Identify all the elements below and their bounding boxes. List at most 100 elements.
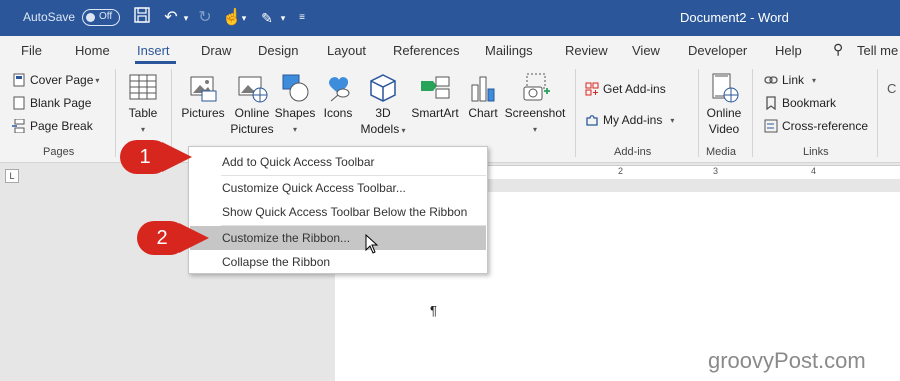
toggle-knob	[86, 13, 95, 22]
online-pictures-icon	[238, 76, 268, 103]
group-separator	[698, 69, 699, 157]
tab-draw[interactable]: Draw	[201, 43, 231, 58]
chevron-down-icon: ▾	[532, 125, 537, 134]
smartart-button[interactable]: SmartArt	[410, 71, 460, 121]
callout-pointer	[179, 223, 209, 253]
callout-pointer	[162, 142, 192, 172]
comment-icon[interactable]: C	[887, 81, 896, 96]
bookmark-icon	[766, 96, 776, 110]
save-icon[interactable]	[133, 7, 151, 29]
table-button[interactable]: Table ▾	[124, 71, 162, 135]
title-bar: AutoSave Off ↶ ▾ ↻ ☝ ▾ ✎ ▾ ≡ Document2 -…	[0, 0, 900, 36]
touch-dropdown-icon[interactable]: ▾	[239, 7, 249, 29]
add-to-qat-menu-item[interactable]: Add to Quick Access Toolbar	[190, 150, 486, 174]
pictures-label: Pictures	[181, 106, 225, 120]
undo-icon[interactable]: ↶	[162, 7, 180, 29]
screenshot-icon	[523, 73, 550, 101]
ruler-number: 3	[713, 166, 719, 176]
ribbon-tabs: File Home Insert Draw Design Layout Refe…	[0, 36, 900, 65]
customize-ribbon-menu-item[interactable]: Customize the Ribbon...	[190, 226, 486, 250]
group-separator	[877, 69, 878, 157]
customize-qat-menu-item[interactable]: Customize Quick Access Toolbar...	[190, 176, 486, 200]
online-pictures-button[interactable]: Online Pictures	[229, 71, 275, 137]
cover-page-label: Cover Page	[30, 73, 94, 87]
tab-references[interactable]: References	[393, 43, 459, 58]
chart-button[interactable]: Chart	[465, 71, 501, 121]
smartart-icon	[421, 76, 450, 99]
tab-developer[interactable]: Developer	[688, 43, 747, 58]
puzzle-icon	[586, 115, 598, 126]
link-button[interactable]: Link ▾	[764, 70, 816, 90]
format-dropdown-icon[interactable]: ▾	[278, 7, 288, 29]
online-video-label-2: Video	[708, 122, 740, 136]
paragraph-mark: ¶	[430, 303, 437, 318]
pages-group-label: Pages	[43, 146, 75, 158]
get-addins-label: Get Add-ins	[603, 82, 666, 96]
group-separator	[575, 69, 576, 157]
autosave-label: AutoSave	[23, 10, 76, 24]
tab-insert[interactable]: Insert	[137, 43, 170, 58]
ruler-number: 2	[618, 166, 624, 176]
collapse-ribbon-menu-item[interactable]: Collapse the Ribbon	[190, 250, 486, 274]
chevron-down-icon: ▾	[399, 126, 406, 135]
touch-mode-icon[interactable]: ☝	[222, 7, 242, 29]
tab-mailings[interactable]: Mailings	[485, 43, 533, 58]
tab-view[interactable]: View	[632, 43, 660, 58]
media-group-label: Media	[706, 146, 736, 158]
search-icon[interactable]: ⚲	[833, 41, 843, 58]
blank-page-button[interactable]: Blank Page	[12, 93, 91, 113]
smartart-label: SmartArt	[411, 106, 459, 120]
links-group-label: Links	[803, 146, 829, 158]
cover-page-icon	[13, 73, 25, 87]
chevron-down-icon: ▾	[292, 125, 297, 134]
cross-reference-button[interactable]: Cross-reference	[764, 116, 868, 136]
tab-home[interactable]: Home	[75, 43, 110, 58]
undo-dropdown-icon[interactable]: ▾	[181, 7, 191, 29]
icons-icon	[329, 77, 350, 102]
online-video-button[interactable]: Online Video	[704, 71, 744, 137]
group-separator	[752, 69, 753, 157]
my-addins-button[interactable]: My Add-ins ▾	[585, 110, 674, 130]
pictures-button[interactable]: Pictures	[180, 71, 226, 121]
icons-button[interactable]: Icons	[320, 71, 356, 121]
tab-selector[interactable]: L	[5, 169, 19, 183]
page-break-label: Page Break	[30, 119, 93, 133]
blank-page-label: Blank Page	[30, 96, 92, 110]
customize-qat-icon[interactable]: ≡	[296, 7, 308, 29]
tab-review[interactable]: Review	[565, 43, 608, 58]
page-break-button[interactable]: Page Break	[12, 116, 93, 136]
screenshot-label: Screenshot	[504, 106, 566, 120]
cross-reference-icon	[764, 119, 778, 133]
shapes-label: Shapes	[274, 106, 316, 120]
redo-icon[interactable]: ↻	[196, 7, 214, 29]
document-title: Document2 - Word	[680, 10, 789, 25]
3d-models-icon	[370, 74, 396, 102]
table-icon	[129, 74, 157, 100]
store-icon	[585, 82, 599, 96]
cover-page-button[interactable]: Cover Page ▾	[12, 70, 99, 90]
ruler-number: 4	[811, 166, 817, 176]
online-video-icon	[712, 73, 739, 103]
shapes-button[interactable]: Shapes ▾	[274, 71, 316, 135]
chart-label: Chart	[468, 106, 498, 120]
screenshot-button[interactable]: Screenshot ▾	[503, 71, 567, 135]
my-addins-label: My Add-ins	[603, 113, 663, 127]
icons-label: Icons	[323, 106, 353, 120]
addins-group-label: Add-ins	[614, 146, 652, 158]
tab-help[interactable]: Help	[775, 43, 802, 58]
tab-tell-me[interactable]: Tell me	[857, 43, 898, 58]
get-addins-button[interactable]: Get Add-ins	[585, 79, 666, 99]
3d-models-button[interactable]: 3D Models ▾	[359, 71, 407, 138]
online-pictures-label-1: Online	[234, 106, 270, 120]
tab-file[interactable]: File	[21, 43, 42, 58]
shapes-icon	[282, 74, 309, 102]
blank-page-icon	[13, 96, 25, 110]
tab-design[interactable]: Design	[258, 43, 298, 58]
chart-icon	[471, 76, 495, 102]
bookmark-label: Bookmark	[782, 96, 837, 110]
autosave-toggle[interactable]: Off	[82, 9, 120, 26]
bookmark-button[interactable]: Bookmark	[764, 93, 836, 113]
format-painter-icon[interactable]: ✎	[256, 7, 278, 29]
show-qat-below-menu-item[interactable]: Show Quick Access Toolbar Below the Ribb…	[190, 200, 486, 224]
tab-layout[interactable]: Layout	[327, 43, 366, 58]
